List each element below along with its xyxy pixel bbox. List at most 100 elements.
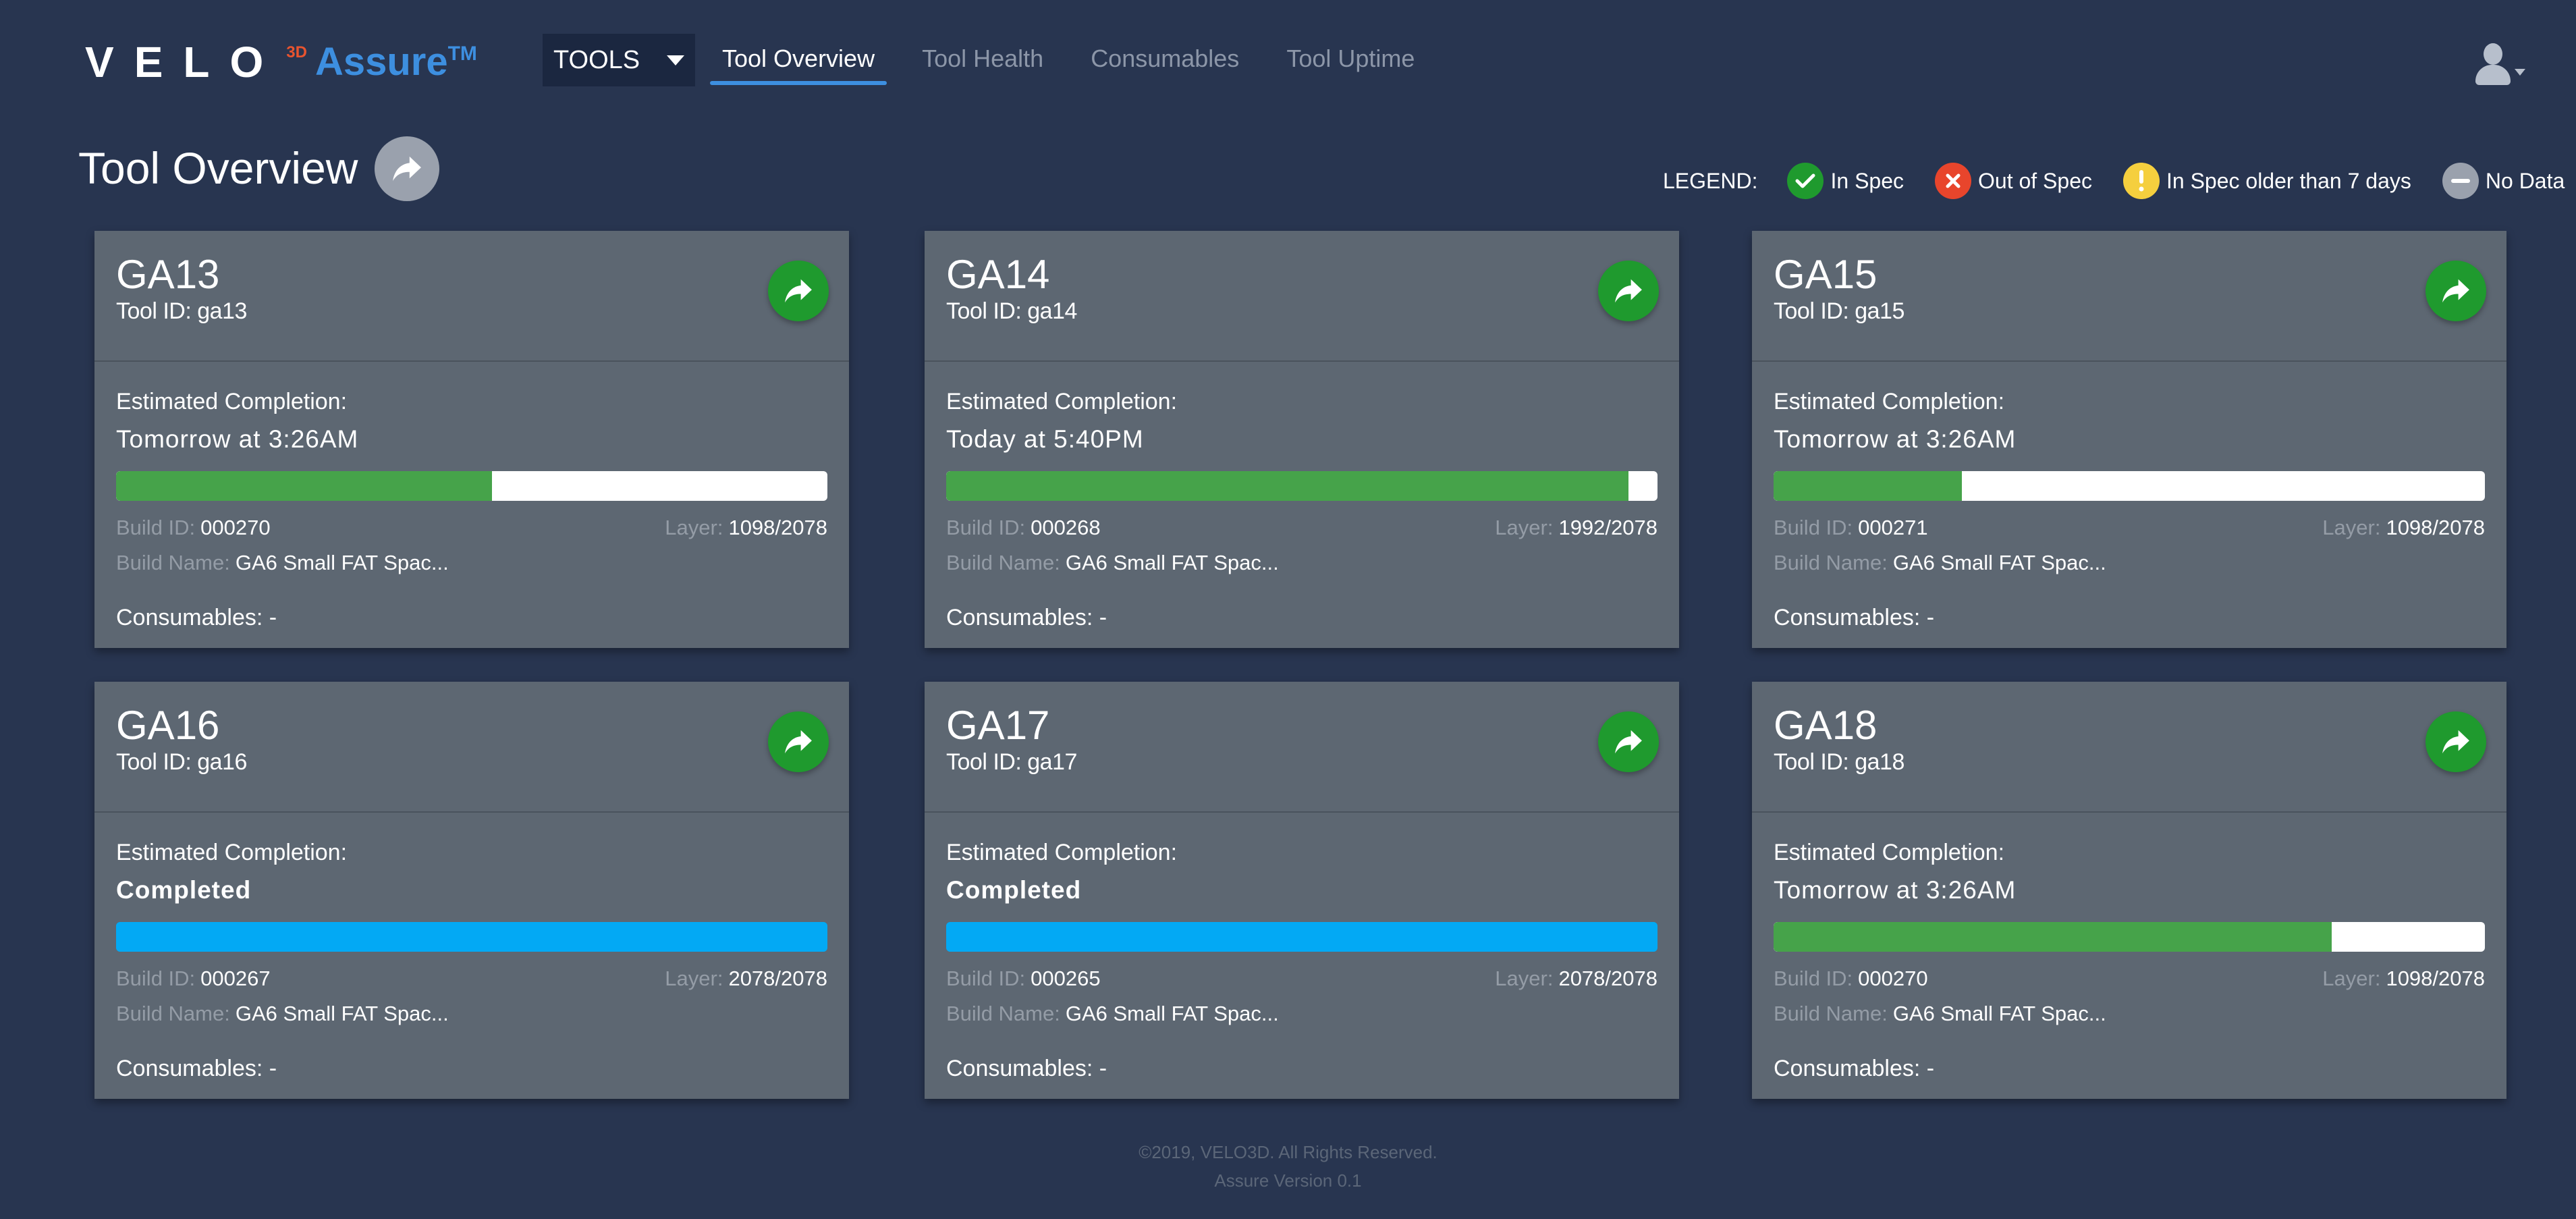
build-id-row: Build ID: 000271 Layer: 1098/2078: [1774, 516, 2485, 543]
layer-value: 1098/2078: [728, 516, 827, 539]
exclamation-icon: [2122, 163, 2160, 199]
tool-id: Tool ID: ga17: [946, 749, 1077, 775]
build-id-value: 000271: [1858, 516, 1928, 539]
build-progress-bar: [116, 471, 827, 501]
user-avatar-body: [2475, 65, 2511, 85]
legend: LEGEND: In Spec Out of Spec In Spec olde…: [1663, 162, 2565, 200]
open-tool-button[interactable]: [1598, 711, 1659, 772]
user-avatar-icon: [2484, 43, 2502, 65]
tool-id: Tool ID: ga13: [116, 298, 247, 324]
build-name-value: GA6 Small FAT Spac...: [1065, 551, 1279, 574]
tool-name: GA18: [1774, 703, 1878, 748]
tool-card: GA17 Tool ID: ga17 Estimated Completion:…: [925, 682, 1679, 1099]
build-progress-bar: [1774, 922, 2485, 952]
build-id-row: Build ID: 000265 Layer: 2078/2078: [946, 967, 1657, 994]
build-id-label: Build ID:: [946, 967, 1026, 990]
tool-card-grid: GA13 Tool ID: ga13 Estimated Completion:…: [94, 231, 2506, 1099]
tool-name: GA13: [116, 252, 220, 297]
legend-label: In Spec: [1830, 168, 1904, 193]
layer-label: Layer:: [1495, 967, 1554, 990]
logo-velo-text: VELO: [85, 38, 284, 86]
estimated-completion-label: Estimated Completion:: [1774, 840, 2005, 865]
estimated-completion-label: Estimated Completion:: [1774, 389, 2005, 414]
tab-tool-uptime[interactable]: Tool Uptime: [1274, 34, 1427, 81]
minus-icon: [2442, 163, 2479, 199]
open-tool-button[interactable]: [768, 711, 829, 772]
app-logo[interactable]: VELO 3D Assure TM: [85, 35, 477, 89]
tool-card: GA14 Tool ID: ga14 Estimated Completion:…: [925, 231, 1679, 648]
estimated-completion-value: Tomorrow at 3:26AM: [1774, 876, 2017, 904]
consumables-text: Consumables: -: [946, 605, 1107, 630]
build-name-label: Build Name:: [1774, 1002, 1888, 1025]
x-icon: [1935, 163, 1971, 199]
estimated-completion-value: Completed: [116, 876, 252, 904]
build-progress-bar: [116, 922, 827, 952]
open-tool-button[interactable]: [1598, 261, 1659, 321]
build-id-label: Build ID:: [116, 967, 196, 990]
legend-title: LEGEND:: [1663, 168, 1758, 193]
build-name-value: GA6 Small FAT Spac...: [1065, 1002, 1279, 1025]
tool-name: GA15: [1774, 252, 1878, 297]
estimated-completion-label: Estimated Completion:: [946, 389, 1178, 414]
open-tool-button[interactable]: [2426, 711, 2486, 772]
tool-id: Tool ID: ga15: [1774, 298, 1904, 324]
estimated-completion-label: Estimated Completion:: [946, 840, 1178, 865]
open-tool-button[interactable]: [2426, 261, 2486, 321]
layer-value: 1992/2078: [1558, 516, 1657, 539]
layer-info: Layer: 1098/2078: [665, 516, 827, 540]
footer-version: Assure Version 0.1: [1214, 1170, 1362, 1191]
build-progress-fill: [116, 471, 492, 501]
build-name-label: Build Name:: [946, 1002, 1060, 1025]
tool-card-header: GA16 Tool ID: ga16: [94, 682, 849, 813]
build-name-value: GA6 Small FAT Spac...: [1892, 1002, 2106, 1025]
consumables-text: Consumables: -: [116, 1056, 277, 1081]
build-name-value: GA6 Small FAT Spac...: [1892, 551, 2106, 574]
footer-copyright: ©2019, VELO3D. All Rights Reserved.: [1139, 1142, 1437, 1162]
legend-item-in-spec-old: In Spec older than 7 days: [2122, 163, 2411, 199]
open-tool-button[interactable]: [768, 261, 829, 321]
tools-dropdown[interactable]: TOOLS: [543, 34, 695, 86]
build-name-value: GA6 Small FAT Spac...: [235, 1002, 449, 1025]
layer-value: 1098/2078: [2386, 516, 2485, 539]
tool-card-header: GA17 Tool ID: ga17: [925, 682, 1679, 813]
share-arrow-icon: [785, 279, 812, 303]
user-menu-button[interactable]: [2471, 40, 2525, 88]
build-id-value: 000270: [1858, 967, 1928, 990]
tool-name: GA17: [946, 703, 1050, 748]
tool-card: GA15 Tool ID: ga15 Estimated Completion:…: [1752, 231, 2506, 648]
tool-card-header: GA14 Tool ID: ga14: [925, 231, 1679, 362]
share-arrow-icon: [1615, 730, 1642, 754]
build-name-label: Build Name:: [1774, 551, 1888, 574]
build-name-label: Build Name:: [116, 551, 230, 574]
logo-3d-superscript: 3D: [286, 43, 307, 61]
share-button[interactable]: [375, 136, 439, 201]
tool-id: Tool ID: ga18: [1774, 749, 1904, 775]
tab-tool-overview[interactable]: Tool Overview: [710, 34, 887, 85]
check-icon: [1787, 163, 1824, 199]
build-id-row: Build ID: 000270 Layer: 1098/2078: [1774, 967, 2485, 994]
build-name-label: Build Name:: [946, 551, 1060, 574]
build-progress-fill: [1774, 471, 1963, 501]
build-id-label: Build ID:: [946, 516, 1026, 539]
tab-consumables[interactable]: Consumables: [1078, 34, 1251, 81]
consumables-text: Consumables: -: [1774, 1056, 1935, 1081]
share-arrow-icon: [1615, 279, 1642, 303]
share-arrow-icon: [393, 156, 421, 182]
build-progress-fill: [946, 922, 1657, 952]
build-name-row: Build Name: GA6 Small FAT Spac...: [1774, 1002, 2106, 1026]
layer-info: Layer: 1098/2078: [2322, 516, 2485, 540]
build-name-row: Build Name: GA6 Small FAT Spac...: [946, 551, 1279, 575]
estimated-completion-value: Tomorrow at 3:26AM: [116, 425, 359, 453]
tool-card: GA13 Tool ID: ga13 Estimated Completion:…: [94, 231, 849, 648]
page-title: Tool Overview: [78, 143, 358, 193]
build-name-value: GA6 Small FAT Spac...: [235, 551, 449, 574]
build-id-row: Build ID: 000268 Layer: 1992/2078: [946, 516, 1657, 543]
share-arrow-icon: [2442, 279, 2469, 303]
build-name-label: Build Name:: [116, 1002, 230, 1025]
layer-info: Layer: 2078/2078: [1495, 967, 1657, 991]
build-progress-fill: [116, 922, 827, 952]
tab-tool-health[interactable]: Tool Health: [910, 34, 1056, 81]
build-id-value: 000265: [1031, 967, 1101, 990]
share-arrow-icon: [785, 730, 812, 754]
legend-label: No Data: [2485, 168, 2565, 193]
